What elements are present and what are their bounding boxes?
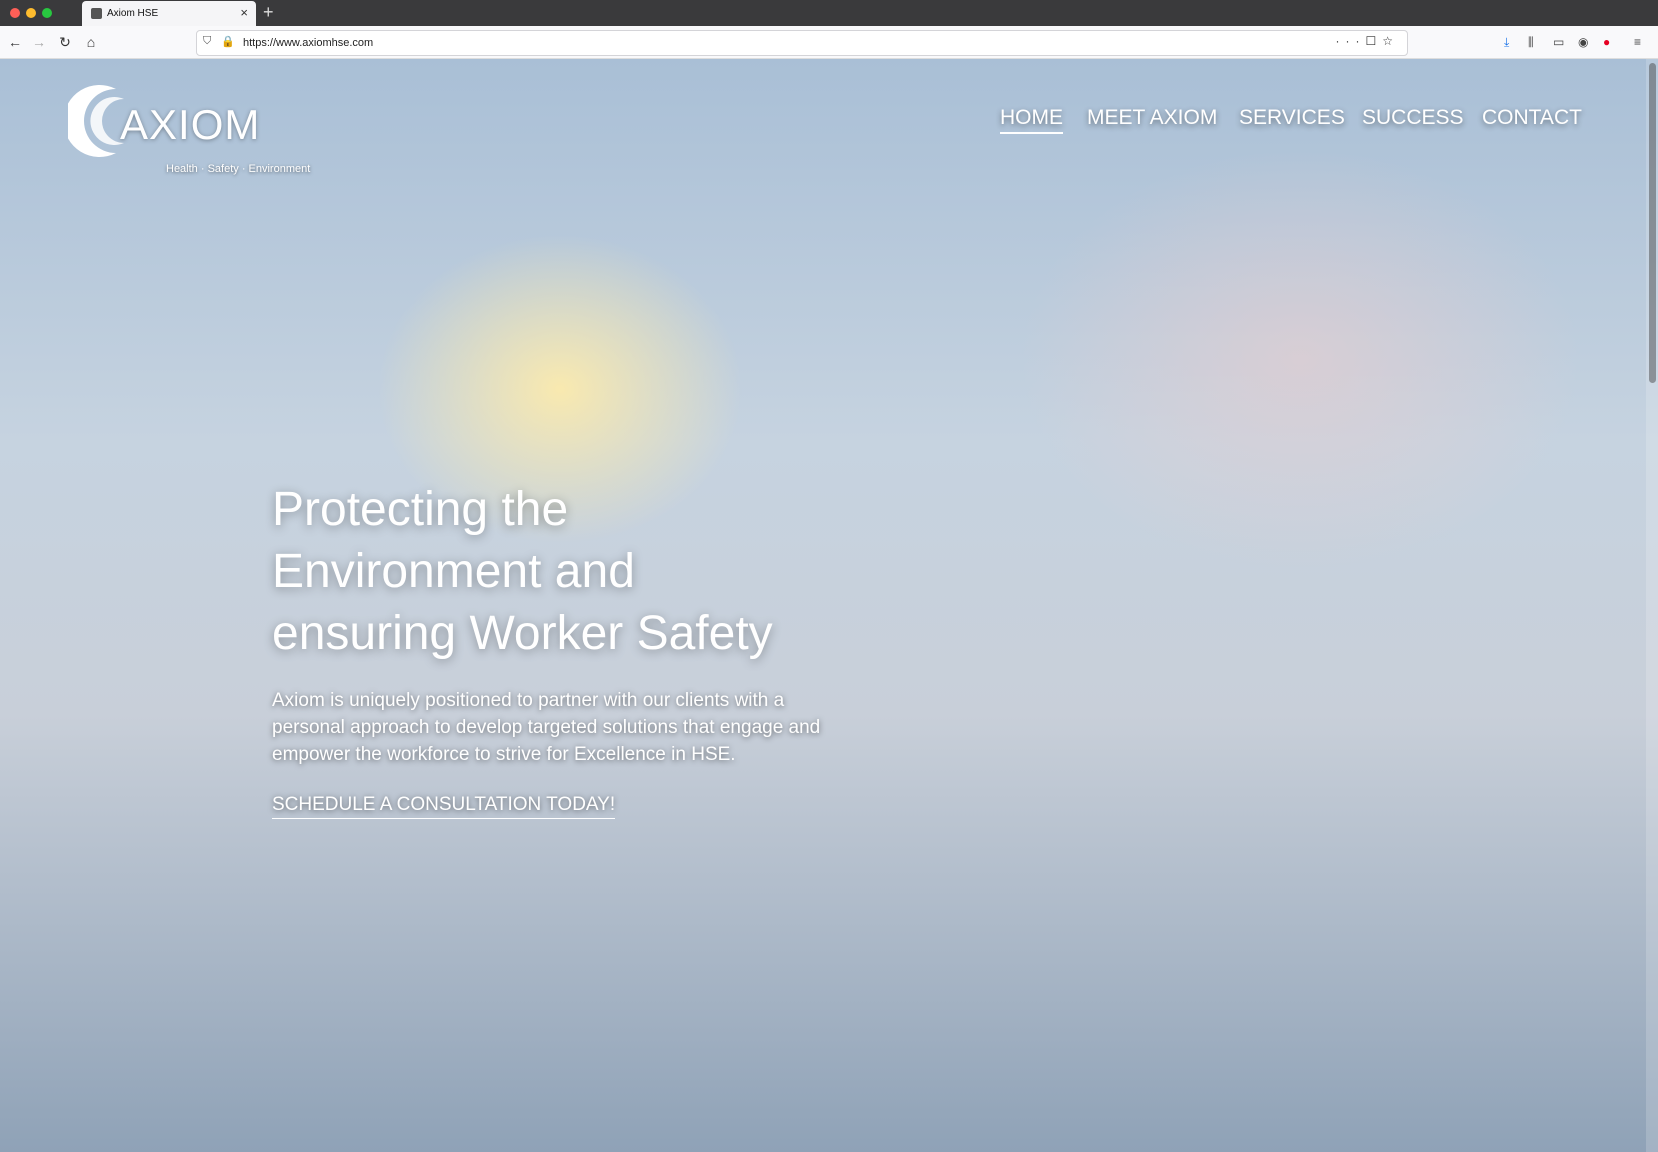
page-scrollbar[interactable]	[1646, 59, 1658, 1152]
browser-tab-bar: Axiom HSE × +	[0, 0, 1658, 26]
library-icon[interactable]: ⫼	[1528, 35, 1534, 50]
hero-section: Protecting the Environment and ensuring …	[272, 479, 832, 819]
url-text[interactable]: https://www.axiomhse.com	[243, 37, 373, 49]
downloads-icon[interactable]: ⤓	[1504, 35, 1509, 50]
address-bar[interactable]: ⛉ 🔒 https://www.axiomhse.com ···☐☆	[196, 30, 1408, 56]
account-icon[interactable]: ◉	[1578, 35, 1588, 49]
home-icon[interactable]: ⌂	[80, 31, 102, 53]
reload-icon[interactable]: ↻	[54, 31, 76, 53]
nav-contact[interactable]: CONTACT	[1482, 106, 1582, 130]
browser-tab[interactable]: Axiom HSE ×	[82, 1, 256, 26]
nav-services[interactable]: SERVICES	[1239, 106, 1345, 130]
schedule-consultation-link[interactable]: SCHEDULE A CONSULTATION TODAY!	[272, 794, 616, 819]
lock-icon[interactable]: 🔒	[221, 35, 235, 48]
page-viewport: AXIOM Health · Safety · Environment HOME…	[0, 59, 1658, 1152]
nav-home[interactable]: HOME	[1000, 106, 1063, 134]
page-actions-icons[interactable]: ···☐☆	[1335, 34, 1399, 48]
site-logo[interactable]: AXIOM Health · Safety · Environment	[68, 81, 310, 175]
new-tab-icon[interactable]: +	[263, 2, 274, 23]
minimize-window-icon[interactable]	[26, 8, 36, 18]
sidebar-icon[interactable]: ▭	[1553, 35, 1564, 49]
back-icon[interactable]: ←	[4, 31, 26, 53]
zoom-window-icon[interactable]	[42, 8, 52, 18]
tracking-protection-icon[interactable]: ⛉	[203, 35, 211, 48]
logo-wordmark: AXIOM	[120, 101, 261, 148]
close-window-icon[interactable]	[10, 8, 20, 18]
tab-title: Axiom HSE	[107, 8, 159, 19]
nav-success[interactable]: SUCCESS	[1362, 106, 1464, 130]
menu-icon[interactable]: ≡	[1634, 35, 1641, 49]
logo-tagline: Health · Safety · Environment	[166, 163, 311, 175]
pinterest-icon[interactable]: ●	[1603, 35, 1610, 49]
scrollbar-thumb[interactable]	[1649, 63, 1656, 383]
hero-title: Protecting the Environment and ensuring …	[272, 483, 773, 660]
browser-toolbar: ← → ↻ ⌂ ⛉ 🔒 https://www.axiomhse.com ···…	[0, 26, 1658, 59]
hero-description: Axiom is uniquely positioned to partner …	[272, 690, 821, 765]
close-tab-icon[interactable]: ×	[240, 5, 248, 20]
forward-icon[interactable]: →	[28, 31, 50, 53]
site-favicon-icon	[91, 8, 102, 19]
nav-meet-axiom[interactable]: MEET AXIOM	[1087, 106, 1217, 130]
